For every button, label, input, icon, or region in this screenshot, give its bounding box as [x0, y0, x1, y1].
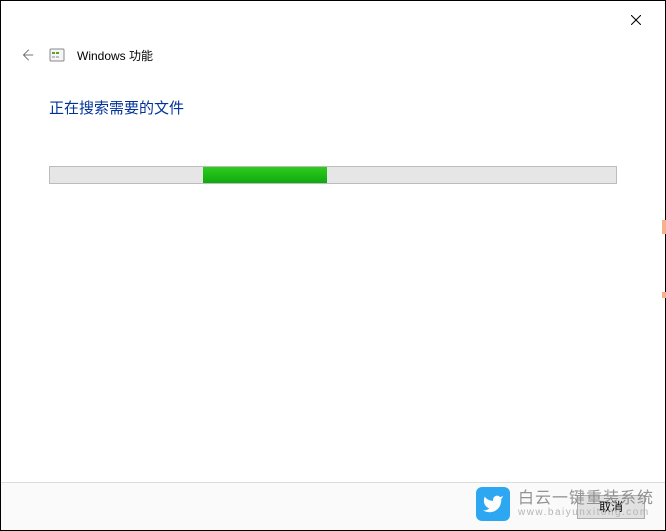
back-arrow-icon — [20, 48, 34, 62]
titlebar — [1, 1, 665, 39]
close-icon — [631, 15, 641, 25]
progress-chunk — [203, 167, 328, 183]
decorative-edge-mark — [662, 220, 666, 234]
status-text: 正在搜索需要的文件 — [49, 97, 617, 118]
back-button[interactable] — [17, 45, 37, 65]
content-area: 正在搜索需要的文件 — [1, 75, 665, 482]
close-button[interactable] — [615, 5, 657, 35]
cancel-button[interactable]: 取消 — [577, 495, 645, 519]
dialog-window: Windows 功能 正在搜索需要的文件 取消 — [0, 0, 666, 531]
progress-bar — [49, 166, 617, 184]
windows-features-icon — [49, 47, 65, 63]
window-title: Windows 功能 — [77, 47, 153, 64]
header-row: Windows 功能 — [1, 39, 665, 75]
footer: 取消 — [1, 482, 665, 530]
decorative-edge-mark — [662, 292, 666, 298]
